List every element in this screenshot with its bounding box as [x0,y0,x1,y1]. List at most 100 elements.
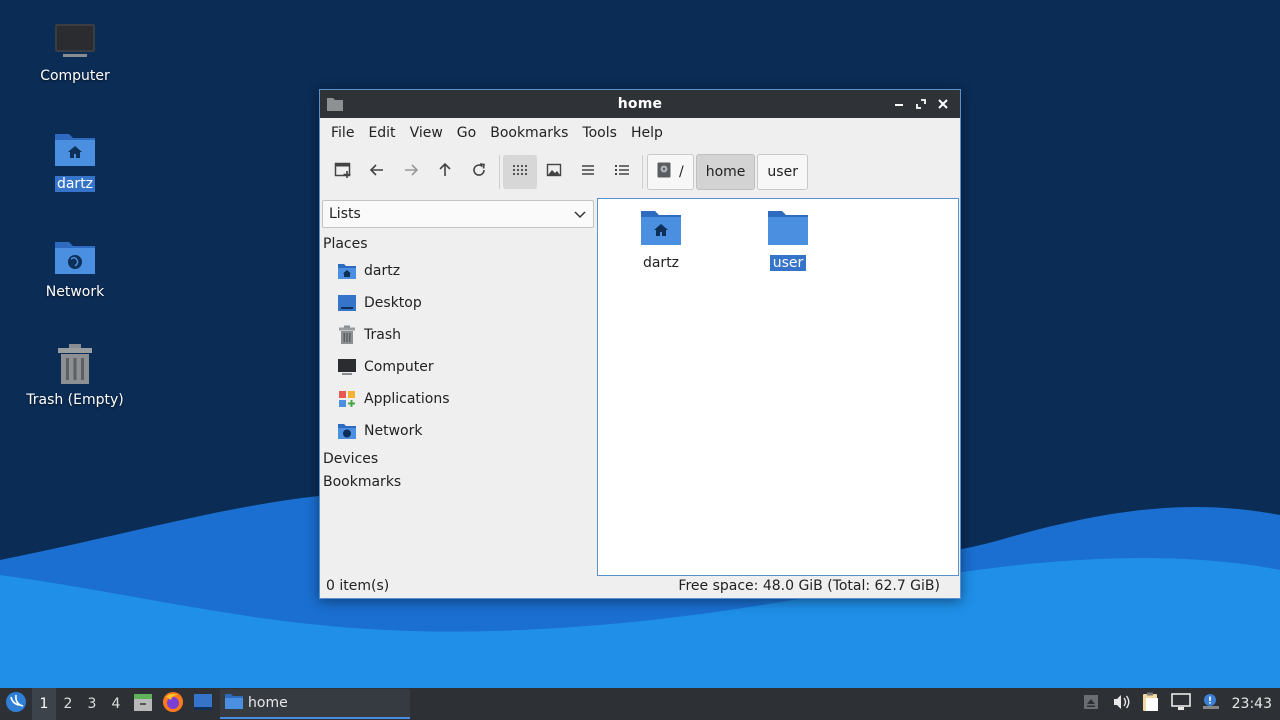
notification-button[interactable] [1196,688,1226,720]
home-folder-icon [336,260,358,282]
menu-edit[interactable]: Edit [361,125,402,141]
folder-icon [767,207,809,251]
trash-icon [336,324,358,346]
chevron-down-icon [573,207,587,225]
start-menu-button[interactable] [0,688,32,720]
desktop-icon [193,693,213,715]
compact-view-button[interactable] [571,155,605,189]
breadcrumb-home[interactable]: home [695,154,756,190]
network-wired-icon [1170,693,1191,715]
side-pane-mode-select[interactable]: Lists [322,200,594,228]
menu-help[interactable]: Help [624,125,670,141]
up-button[interactable] [428,155,462,189]
desktop-icon-dartz[interactable]: dartz [20,124,130,192]
menubar: File Edit View Go Bookmarks Tools Help [320,118,960,148]
workspace-1[interactable]: 1 [32,688,56,720]
workspace-2[interactable]: 2 [56,688,80,720]
workspace-3[interactable]: 3 [80,688,104,720]
sidebar-item-trash[interactable]: Trash [336,322,401,348]
list-compact-icon [580,162,596,182]
reload-icon [471,162,487,182]
network-folder-icon [336,420,358,442]
image-icon [546,162,562,182]
forward-button[interactable] [394,155,428,189]
desktop-icon-label: Computer [40,68,110,84]
home-folder-icon [640,207,682,251]
places-header[interactable]: Places [323,236,368,252]
devices-header[interactable]: Devices [323,451,378,467]
desktop-icon-computer[interactable]: Computer [20,16,130,84]
minimize-button[interactable] [890,96,908,112]
desktop-icon-trash[interactable]: Trash (Empty) [20,340,130,408]
volume-button[interactable] [1106,688,1136,720]
tray-expand-button[interactable] [1076,688,1106,720]
bookmarks-header[interactable]: Bookmarks [323,474,401,490]
file-manager-window[interactable]: home File Edit View Go Bookmarks Tools H… [319,89,961,599]
desktop-icon-label: Trash (Empty) [26,392,124,408]
home-folder-icon [51,124,99,172]
breadcrumb-user[interactable]: user [757,154,808,190]
file-cabinet-icon [133,692,153,716]
sidebar-item-network[interactable]: Network [336,418,422,444]
toolbar: / home user [320,148,960,196]
eject-icon [1083,694,1099,714]
new-tab-button[interactable] [326,155,360,189]
file-item-dartz[interactable]: dartz [616,207,706,271]
file-manager-launcher[interactable] [128,688,158,720]
sidebar-item-label: Network [364,423,423,439]
toolbar-separator [499,155,500,189]
detailed-view-button[interactable] [605,155,639,189]
network-folder-icon [51,232,99,280]
close-button[interactable] [934,96,952,112]
sidebar-item-dartz[interactable]: dartz [336,258,400,284]
clipboard-icon [1142,692,1160,716]
toolbar-separator [642,155,643,189]
back-button[interactable] [360,155,394,189]
desktop-icon-label: dartz [54,176,96,192]
sidebar-item-label: Trash [364,327,401,343]
window-title: home [617,96,663,112]
icon-view-button[interactable] [503,155,537,189]
file-item-user[interactable]: user [743,207,833,271]
maximize-button[interactable] [912,96,930,112]
breadcrumb-root[interactable]: / [647,154,694,190]
taskbar-window-label: home [248,695,288,711]
speaker-icon [1112,694,1130,714]
show-desktop-button[interactable] [188,688,218,720]
sidebar-item-desktop[interactable]: Desktop [336,290,422,316]
drive-icon [657,162,671,182]
menu-go[interactable]: Go [450,125,483,141]
status-bar: 0 item(s) Free space: 48.0 GiB (Total: 6… [320,574,960,598]
menu-file[interactable]: File [324,125,361,141]
taskbar: 1 2 3 4 home 23:43 [0,688,1280,720]
desktop-icon-network[interactable]: Network [20,232,130,300]
new-tab-icon [334,161,352,183]
list-detail-icon [614,162,630,182]
workspace-4[interactable]: 4 [104,688,128,720]
taskbar-window-home[interactable]: home [220,689,410,719]
arrow-up-icon [437,162,453,182]
sidebar-item-label: Computer [364,359,434,375]
menu-bookmarks[interactable]: Bookmarks [483,125,575,141]
window-titlebar[interactable]: home [320,90,960,118]
clock[interactable]: 23:43 [1226,696,1280,712]
menu-view[interactable]: View [403,125,450,141]
free-space: Free space: 48.0 GiB (Total: 62.7 GiB) [678,578,940,594]
applications-icon [336,388,358,410]
breadcrumb-label: / [679,164,684,180]
sidebar-item-computer[interactable]: Computer [336,354,434,380]
clipboard-button[interactable] [1136,688,1166,720]
network-button[interactable] [1166,688,1196,720]
file-view[interactable]: dartz user [597,198,959,576]
sidebar-item-label: Applications [364,391,450,407]
trash-icon [51,340,99,388]
reload-button[interactable] [462,155,496,189]
firefox-launcher[interactable] [158,688,188,720]
menu-tools[interactable]: Tools [575,125,624,141]
side-pane-mode-label: Lists [329,206,361,222]
sidebar-item-applications[interactable]: Applications [336,386,450,412]
notification-icon [1201,693,1221,715]
sidebar-item-label: dartz [364,263,401,279]
thumbnail-view-button[interactable] [537,155,571,189]
folder-icon [224,692,244,714]
